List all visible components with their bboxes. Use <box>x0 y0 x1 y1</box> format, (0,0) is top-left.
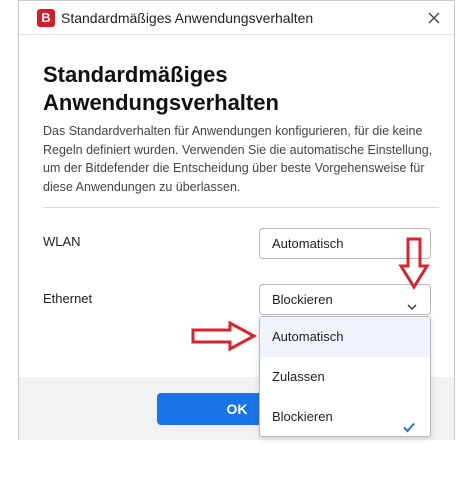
wlan-select-value: Automatisch <box>272 236 344 251</box>
option-label: Automatisch <box>272 329 344 344</box>
chevron-down-icon <box>406 294 418 310</box>
ethernet-dropdown-menu: Automatisch Zulassen Blockieren <box>259 316 431 437</box>
page-title: Standardmäßiges Anwendungsverhalten <box>43 62 279 115</box>
close-icon[interactable] <box>424 8 444 28</box>
checkmark-icon <box>402 410 416 433</box>
red-arrow-down-icon <box>398 237 430 290</box>
option-label: Zulassen <box>272 369 325 384</box>
description-text: Das Standardverhalten für Anwendungen ko… <box>43 124 433 195</box>
divider <box>43 207 439 208</box>
dropdown-option-blockieren[interactable]: Blockieren <box>260 397 430 437</box>
window-title: Standardmäßiges Anwendungsverhalten <box>61 10 314 26</box>
ethernet-label: Ethernet <box>43 291 93 306</box>
dropdown-option-automatisch[interactable]: Automatisch <box>260 317 430 357</box>
dropdown-option-zulassen[interactable]: Zulassen <box>260 357 430 397</box>
bitdefender-logo-icon: B <box>37 9 55 27</box>
title-bar: B Standardmäßiges Anwendungsverhalten <box>19 1 454 35</box>
ethernet-select-value: Blockieren <box>272 292 333 307</box>
option-label: Blockieren <box>272 409 333 424</box>
red-arrow-right-icon <box>191 320 258 352</box>
wlan-label: WLAN <box>43 234 81 249</box>
